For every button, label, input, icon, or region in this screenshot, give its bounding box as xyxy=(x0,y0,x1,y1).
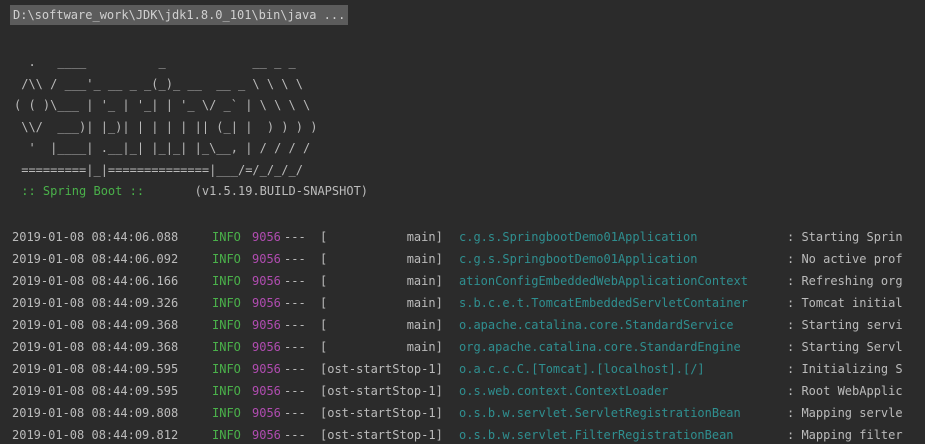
log-separator: --- xyxy=(284,230,306,244)
log-message: : Mapping servle xyxy=(787,406,903,420)
log-thread: [ost-startStop-1] xyxy=(320,384,443,398)
log-thread: [ main] xyxy=(320,230,443,244)
log-thread: [ost-startStop-1] xyxy=(320,406,443,420)
log-message: : No active prof xyxy=(787,252,903,266)
log-separator: --- xyxy=(284,296,306,310)
log-message: : Refreshing org xyxy=(787,274,903,288)
log-timestamp: 2019-01-08 08:44:09.595 xyxy=(12,384,179,398)
log-message: : Mapping filter xyxy=(787,428,903,442)
log-pid: 9056 xyxy=(252,318,281,332)
log-thread: [ main] xyxy=(320,252,443,266)
log-row: 2019-01-08 08:44:09.595 INFO 9056 --- [ost-s… xyxy=(12,380,925,402)
log-logger-link[interactable]: c.g.s.SpringbootDemo01Application xyxy=(459,226,787,248)
log-level: INFO xyxy=(212,230,241,244)
log-row: 2019-01-08 08:44:09.595 INFO 9056 --- [ost-s… xyxy=(12,358,925,380)
banner-line: \\/ ___)| |_)| | | | | || (_| | ) ) ) ) xyxy=(14,119,318,134)
log-timestamp: 2019-01-08 08:44:06.088 xyxy=(12,230,179,244)
log-logger-link[interactable]: o.a.c.c.C.[Tomcat].[localhost].[/] xyxy=(459,358,787,380)
log-thread: [ main] xyxy=(320,296,443,310)
log-thread: [ost-startStop-1] xyxy=(320,428,443,442)
log-message: : Tomcat initial xyxy=(787,296,903,310)
log-output: 2019-01-08 08:44:06.088 INFO 9056 ---[ main… xyxy=(12,226,925,444)
log-logger-link[interactable]: s.b.c.e.t.TomcatEmbeddedServletContainer xyxy=(459,292,787,314)
log-level: INFO xyxy=(212,384,241,398)
log-level: INFO xyxy=(212,274,241,288)
run-console[interactable]: D:\software_work\JDK\jdk1.8.0_101\bin\ja… xyxy=(0,0,925,444)
log-pid: 9056 xyxy=(252,230,281,244)
log-timestamp: 2019-01-08 08:44:09.368 xyxy=(12,318,179,332)
log-timestamp: 2019-01-08 08:44:09.808 xyxy=(12,406,179,420)
log-pid: 9056 xyxy=(252,406,281,420)
log-pid: 9056 xyxy=(252,428,281,442)
log-message: : Starting servi xyxy=(787,318,903,332)
log-thread: [ main] xyxy=(320,318,443,332)
log-timestamp: 2019-01-08 08:44:09.812 xyxy=(12,428,179,442)
log-logger-link[interactable]: org.apache.catalina.core.StandardEngine xyxy=(459,336,787,358)
spring-boot-version: (v1.5.19.BUILD-SNAPSHOT) xyxy=(151,184,369,198)
log-separator: --- xyxy=(284,274,306,288)
log-separator: --- xyxy=(284,406,306,420)
log-timestamp: 2019-01-08 08:44:09.595 xyxy=(12,362,179,376)
log-logger-link[interactable]: ationConfigEmbeddedWebApplicationContext xyxy=(459,270,787,292)
log-logger-link[interactable]: c.g.s.SpringbootDemo01Application xyxy=(459,248,787,270)
log-message: : Starting Sprin xyxy=(787,230,903,244)
log-row: 2019-01-08 08:44:09.368 INFO 9056 --- [ main… xyxy=(12,314,925,336)
banner-line: ' |____| .__|_| |_|_| |_\__, | / / / / xyxy=(14,141,311,155)
spring-boot-label: :: Spring Boot :: xyxy=(14,184,152,198)
log-row: 2019-01-08 08:44:09.808 INFO 9056 --- [ost-s… xyxy=(12,402,925,424)
log-message: : Initializing S xyxy=(787,362,903,376)
banner-line: =========|_|==============|___/=/_/_/_/ xyxy=(14,162,303,177)
log-logger-link[interactable]: o.s.b.w.servlet.ServletRegistrationBean xyxy=(459,402,787,424)
log-pid: 9056 xyxy=(252,384,281,398)
log-separator: --- xyxy=(284,428,306,442)
log-pid: 9056 xyxy=(252,362,281,376)
spring-ascii-banner: . ____ _ __ _ _ /\\ / ___'_ __ _ _(_)_ _… xyxy=(14,52,317,181)
log-separator: --- xyxy=(284,318,306,332)
command-line[interactable]: D:\software_work\JDK\jdk1.8.0_101\bin\ja… xyxy=(10,5,349,25)
spring-boot-version-line: :: Spring Boot :: (v1.5.19.BUILD-SNAPSHO… xyxy=(14,181,368,202)
log-level: INFO xyxy=(212,318,241,332)
log-thread: [ main] xyxy=(320,340,443,354)
log-row: 2019-01-08 08:44:06.166 INFO 9056 --- [ main… xyxy=(12,270,925,292)
banner-line: /\\ / ___'_ __ _ _(_)_ __ __ _ \ \ \ \ xyxy=(14,76,303,91)
log-logger-link[interactable]: o.apache.catalina.core.StandardService xyxy=(459,314,787,336)
log-timestamp: 2019-01-08 08:44:09.368 xyxy=(12,340,179,354)
log-row: 2019-01-08 08:44:09.326 INFO 9056 --- [ main… xyxy=(12,292,925,314)
log-separator: --- xyxy=(284,384,306,398)
log-level: INFO xyxy=(212,296,241,310)
log-pid: 9056 xyxy=(252,274,281,288)
log-timestamp: 2019-01-08 08:44:09.326 xyxy=(12,296,179,310)
log-message: : Starting Servl xyxy=(787,340,903,354)
log-level: INFO xyxy=(212,428,241,442)
log-separator: --- xyxy=(284,340,306,354)
log-timestamp: 2019-01-08 08:44:06.092 xyxy=(12,252,179,266)
log-timestamp: 2019-01-08 08:44:06.166 xyxy=(12,274,179,288)
log-thread: [ main] xyxy=(320,274,443,288)
log-level: INFO xyxy=(212,340,241,354)
log-row: 2019-01-08 08:44:09.812 INFO 9056 --- [ost-s… xyxy=(12,424,925,444)
log-level: INFO xyxy=(212,362,241,376)
log-level: INFO xyxy=(212,252,241,266)
log-pid: 9056 xyxy=(252,340,281,354)
log-pid: 9056 xyxy=(252,296,281,310)
log-row: 2019-01-08 08:44:06.092 INFO 9056 --- [ main… xyxy=(12,248,925,270)
log-row: 2019-01-08 08:44:09.368 INFO 9056 --- [ main… xyxy=(12,336,925,358)
log-message: : Root WebApplic xyxy=(787,384,903,398)
log-level: INFO xyxy=(212,406,241,420)
log-pid: 9056 xyxy=(252,252,281,266)
log-separator: --- xyxy=(284,252,306,266)
log-thread: [ost-startStop-1] xyxy=(320,362,443,376)
banner-line: . ____ _ __ _ _ xyxy=(14,55,296,69)
log-logger-link[interactable]: o.s.b.w.servlet.FilterRegistrationBean xyxy=(459,424,787,444)
log-logger-link[interactable]: o.s.web.context.ContextLoader xyxy=(459,380,787,402)
log-row: 2019-01-08 08:44:06.088 INFO 9056 --- [ main… xyxy=(12,226,925,248)
banner-line: ( ( )\___ | '_ | '_| | '_ \/ _` | \ \ \ … xyxy=(14,98,311,112)
log-separator: --- xyxy=(284,362,306,376)
